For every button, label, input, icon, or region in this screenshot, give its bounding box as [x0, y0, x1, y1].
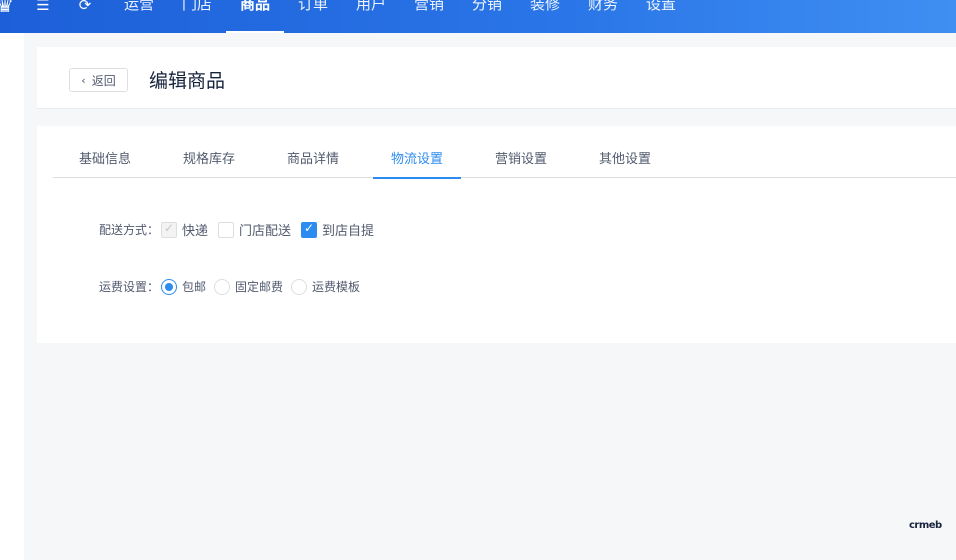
checkbox-box[interactable] — [301, 221, 318, 238]
freight-template-label: 运费模板 — [312, 280, 361, 294]
delivery-pickup-checkbox[interactable]: 到店自提 — [301, 220, 374, 239]
checkbox-box[interactable] — [161, 221, 177, 238]
freight-fixed-radio[interactable]: 固定邮费 — [214, 278, 283, 295]
nav-item-products[interactable]: 商品 — [226, 0, 284, 33]
freight-template-radio[interactable]: 运费模板 — [291, 278, 360, 295]
page-title: 编辑商品 — [149, 70, 226, 92]
checkbox-box[interactable] — [218, 221, 235, 238]
nav-item-operations[interactable]: 运营 — [110, 0, 168, 33]
radio-dot[interactable] — [161, 278, 177, 295]
freight-fixed-label: 固定邮费 — [235, 280, 284, 294]
delivery-pickup-label: 到店自提 — [322, 224, 375, 239]
tab-basic-info[interactable]: 基础信息 — [53, 144, 157, 178]
radio-dot[interactable] — [291, 278, 308, 295]
sidebar — [0, 33, 24, 560]
delivery-express-checkbox[interactable]: 快递 — [161, 220, 208, 239]
freight-setting-label: 运费设置： — [98, 280, 159, 294]
nav-item-users[interactable]: 用户 — [342, 0, 400, 33]
delivery-method-row: 配送方式： 快递 门店配送 到店自提 — [37, 220, 384, 240]
nav-item-distribution[interactable]: 分销 — [458, 0, 516, 33]
crmeb-logo: crmeb — [909, 520, 942, 531]
tab-other-settings[interactable]: 其他设置 — [573, 144, 677, 178]
nav-item-settings[interactable]: 设置 — [632, 0, 690, 33]
page-header: ‹ 返回 编辑商品 — [37, 47, 956, 109]
tab-product-details[interactable]: 商品详情 — [261, 144, 365, 178]
nav-item-decoration[interactable]: 装修 — [516, 0, 574, 33]
edit-product-form-card: 基础信息 规格库存 商品详情 物流设置 营销设置 其他设置 配送方式： 快递 门… — [37, 126, 956, 343]
refresh-icon[interactable]: ⟳ — [76, 0, 94, 14]
chevron-left-icon: ‹ — [81, 73, 86, 87]
product-tabs: 基础信息 规格库存 商品详情 物流设置 营销设置 其他设置 — [53, 144, 956, 179]
delivery-store-label: 门店配送 — [239, 224, 292, 239]
top-nav-menu: 运营 门店 商品 订单 用户 营销 分销 装修 财务 设置 — [110, 0, 690, 33]
tab-logistics[interactable]: 物流设置 — [365, 144, 469, 179]
delivery-method-label: 配送方式： — [98, 223, 159, 237]
freight-free-radio[interactable]: 包邮 — [161, 278, 206, 295]
nav-item-stores[interactable]: 门店 — [168, 0, 226, 33]
freight-setting-row: 运费设置： 包邮 固定邮费 运费模板 — [37, 278, 368, 295]
back-button[interactable]: ‹ 返回 — [69, 68, 128, 92]
delivery-store-checkbox[interactable]: 门店配送 — [218, 220, 291, 239]
tab-spec-stock[interactable]: 规格库存 — [157, 144, 261, 178]
nav-item-finance[interactable]: 财务 — [574, 0, 632, 33]
menu-collapse-icon[interactable]: ☰ — [34, 0, 52, 14]
back-button-label: 返回 — [91, 73, 116, 88]
logo-icon[interactable]: ♛ — [0, 0, 14, 16]
nav-item-marketing[interactable]: 营销 — [400, 0, 458, 33]
nav-item-orders[interactable]: 订单 — [284, 0, 342, 33]
top-navbar: ♛ ☰ ⟳ 运营 门店 商品 订单 用户 营销 分销 装修 财务 设置 — [0, 0, 956, 33]
delivery-express-label: 快递 — [182, 224, 209, 239]
freight-free-label: 包邮 — [182, 280, 207, 294]
tab-marketing[interactable]: 营销设置 — [469, 144, 573, 178]
radio-dot[interactable] — [214, 278, 231, 295]
